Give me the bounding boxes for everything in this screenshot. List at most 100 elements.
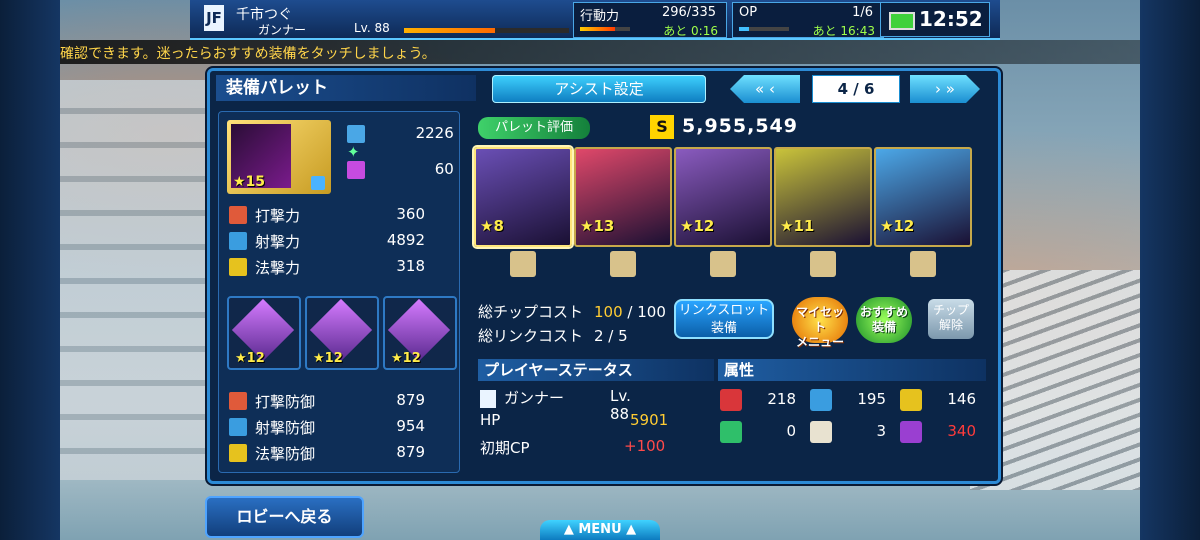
stat-value: 4892	[386, 231, 425, 249]
wind-icon	[720, 421, 742, 443]
action-points: 行動力 296/335 あと 0:16	[573, 2, 727, 38]
total-link-cost: 総リンクコスト 2 / 5	[478, 325, 628, 346]
top-status-bar: JF 千市つぐ ガンナー Lv. 88 行動力 296/335 あと 0:16 …	[190, 0, 1000, 40]
op-label: OP	[739, 5, 758, 20]
attribute-cell: 146	[900, 387, 980, 413]
ps-class-row: ガンナー Lv. 88	[480, 387, 631, 423]
myset-menu-button[interactable]: マイセット メニュー	[792, 297, 848, 349]
potential-icon	[347, 160, 365, 179]
chip-rarity: ★12	[880, 217, 915, 235]
chip-cost-label: 総チップコスト	[478, 303, 584, 321]
stat-value: 879	[396, 443, 425, 461]
player-info[interactable]: JF 千市つぐ ガンナー Lv. 88	[204, 2, 574, 37]
left-bezel	[0, 0, 60, 540]
link-cost-value: 2 / 5	[594, 327, 628, 345]
info-ticker: 確認できます。迷ったらおすすめ装備をタッチしましょう。	[60, 40, 1140, 64]
clock: 12:52	[880, 2, 990, 37]
total-chip-cost: 総チップコスト 100 / 100	[478, 301, 666, 322]
sub-unit-slot-2[interactable]: ★12	[305, 296, 379, 370]
clock-time: 12:52	[919, 7, 983, 31]
sub-unit-rarity: ★12	[391, 351, 421, 366]
chip-rarity: ★8	[480, 217, 504, 235]
ice-icon	[810, 389, 832, 411]
attribute-value: 146	[947, 390, 976, 408]
strike-defense-icon	[229, 392, 247, 410]
chip-card-3[interactable]: ★12	[674, 147, 772, 285]
chip-rarity: ★13	[580, 217, 615, 235]
ap-value: 296/335	[661, 5, 716, 20]
chip-cost-value: 100	[594, 303, 623, 321]
stat-label: 法撃力	[255, 259, 301, 277]
chip-card-4[interactable]: ★11	[774, 147, 872, 285]
sub-unit-slot-3[interactable]: ★12	[383, 296, 457, 370]
stat-label: 法撃防御	[255, 445, 316, 463]
stat-value: 318	[396, 257, 425, 275]
op-bar	[739, 27, 789, 31]
recommended-equip-button[interactable]: おすすめ 装備	[856, 297, 912, 343]
ps-hp-row: HP 5901	[480, 411, 668, 429]
ap-label: 行動力	[580, 9, 620, 24]
shot-icon	[229, 232, 247, 250]
stat-label: 射撃防御	[255, 419, 316, 437]
light-icon	[810, 421, 832, 443]
stat-strike-defense: 打撃防御 879	[227, 390, 451, 412]
tech-defense-icon	[229, 444, 247, 462]
stat-strike-power: 打撃力 360	[227, 204, 451, 226]
chip-cost-max: / 100	[627, 303, 666, 321]
ps-cp-value: +100	[624, 437, 666, 455]
ps-hp-value: 5901	[630, 411, 669, 429]
prev-palette-button[interactable]: « ‹	[730, 75, 800, 103]
weapon-stat-2-value: 60	[434, 160, 454, 178]
attribute-value: 340	[947, 422, 976, 440]
weapon-stat-2: 60	[347, 160, 454, 179]
class-logo-icon	[480, 389, 496, 408]
weapon-stat-1-value: 2226	[415, 124, 454, 142]
chip-card-1[interactable]: ★8	[474, 147, 572, 285]
palette-evaluation-label: パレット評価	[478, 117, 590, 139]
next-palette-button[interactable]: › »	[910, 75, 980, 103]
ps-cp-row: 初期CP +100	[480, 437, 665, 458]
chip-cards: ★8 ★13 ★12 ★11 ★12	[474, 147, 986, 291]
sub-unit-slot-1[interactable]: ★12	[227, 296, 301, 370]
link-slot-equip-button[interactable]: リンクスロット 装備	[674, 299, 774, 339]
attribute-cell: 3	[810, 419, 890, 445]
attribute-cell: 218	[720, 387, 800, 413]
stat-label: 射撃力	[255, 233, 301, 251]
lock-icon	[311, 176, 325, 190]
chip-rarity: ★11	[780, 217, 815, 235]
stat-value: 360	[396, 205, 425, 223]
attribute-value: 3	[876, 422, 886, 440]
sub-unit-slots: ★12 ★12 ★12	[227, 296, 457, 384]
chip-element-icon	[710, 251, 736, 277]
fire-icon	[720, 389, 742, 411]
attribute-value: 195	[857, 390, 886, 408]
player-status-header: プレイヤーステータス	[478, 359, 714, 381]
weapon-stat-1: 2226 ✦	[347, 124, 459, 161]
exp-bar	[404, 28, 569, 33]
ticker-text: 確認できます。迷ったらおすすめ装備をタッチしましょう。	[60, 46, 436, 62]
tech-icon	[229, 258, 247, 276]
chip-card-5[interactable]: ★12	[874, 147, 972, 285]
chip-card-2[interactable]: ★13	[574, 147, 672, 285]
rank-s-icon: S	[650, 115, 674, 139]
shooting-weapon-icon	[347, 124, 365, 143]
back-to-lobby-button[interactable]: ロビーへ戻る	[205, 496, 364, 538]
panel-title: 装備パレット	[216, 75, 476, 101]
chip-column: パレット評価 S 5,955,549 ★8 ★13 ★12 ★11 ★12 総チップコス…	[474, 111, 986, 471]
attribute-value: 218	[767, 390, 796, 408]
ps-class: ガンナー	[504, 389, 565, 407]
chip-release-button[interactable]: チップ 解除	[928, 299, 974, 339]
palette-page-indicator: 4 / 6	[812, 75, 900, 103]
stat-label: 打撃防御	[255, 393, 316, 411]
chip-element-icon	[810, 251, 836, 277]
main-weapon-slot[interactable]: ★15	[227, 120, 331, 194]
link-cost-label: 総リンクコスト	[478, 327, 584, 345]
menu-button[interactable]: ▲ MENU ▲	[540, 520, 660, 540]
assist-settings-button[interactable]: アシスト設定	[492, 75, 706, 103]
chip-element-icon	[610, 251, 636, 277]
palette-evaluation-value: 5,955,549	[682, 115, 798, 137]
stat-shot-power: 射撃力 4892	[227, 230, 451, 252]
attribute-cell: 195	[810, 387, 890, 413]
stat-value: 879	[396, 391, 425, 409]
attribute-cell: 340	[900, 419, 980, 445]
